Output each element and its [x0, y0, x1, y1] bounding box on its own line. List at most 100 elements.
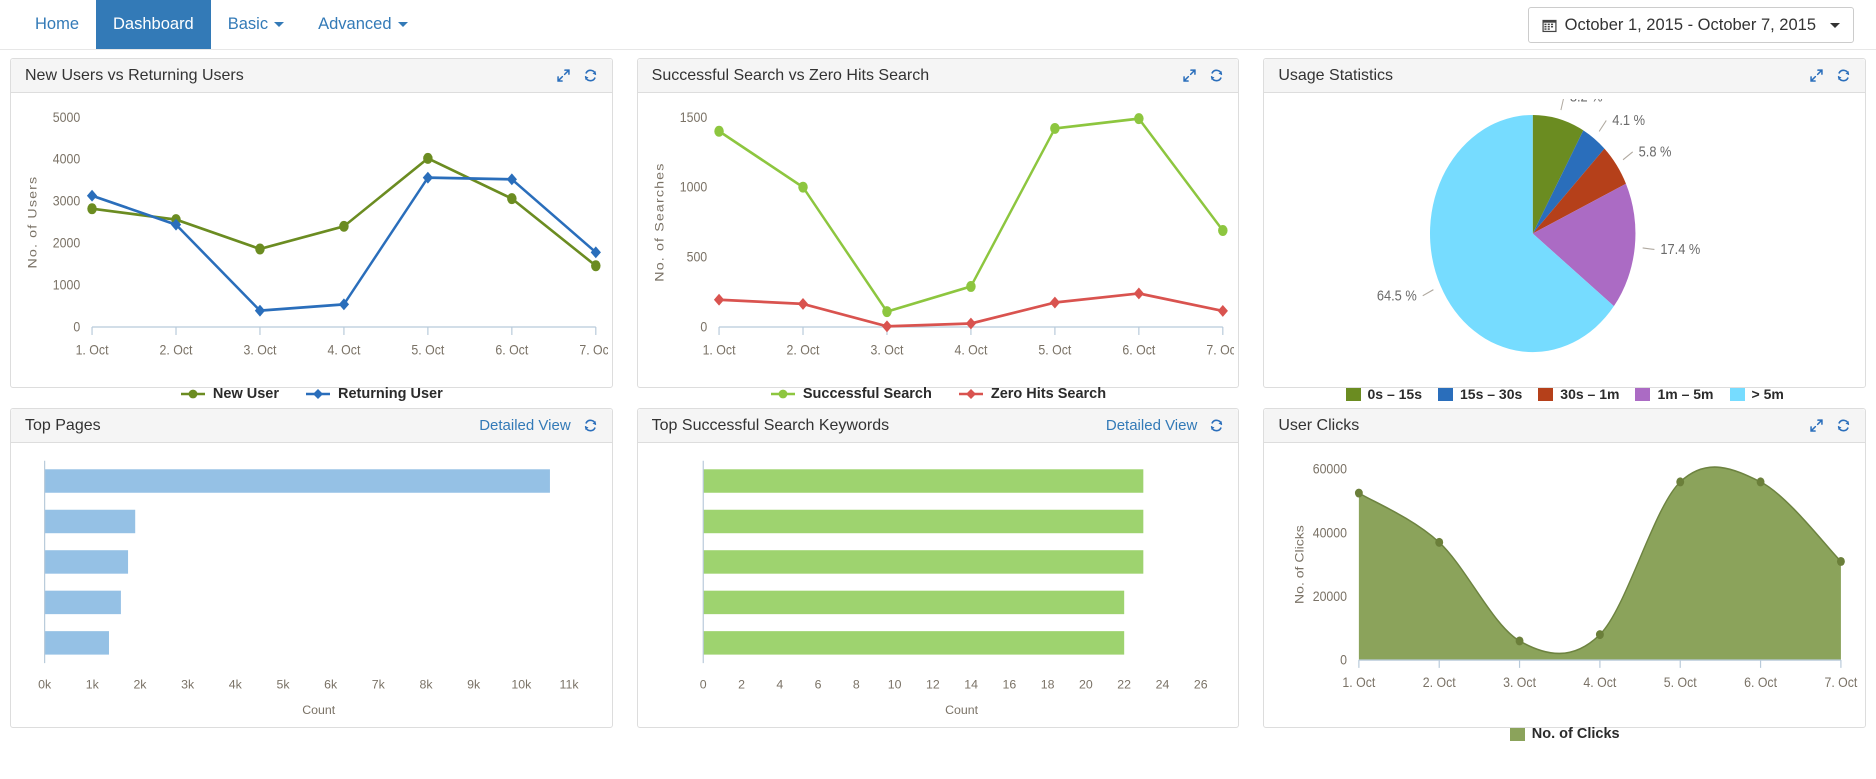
svg-text:500: 500	[686, 249, 707, 265]
svg-text:3. Oct: 3. Oct	[870, 342, 903, 358]
bar	[44, 469, 550, 493]
data-point	[423, 152, 433, 164]
data-point	[507, 193, 517, 205]
data-point	[87, 203, 97, 215]
data-point	[591, 260, 601, 272]
legend-item[interactable]: > 5m	[1729, 386, 1784, 402]
legend-label: Returning User	[338, 386, 443, 402]
area-chart-user-clicks: 0 20000 40000 60000 No. of Clicks 1. Oct 2. …	[1293, 461, 1858, 690]
bar	[702, 590, 1124, 615]
dashboard-row-bottom: Top Pages Detailed View 0k 1k 2k 3k 4k 5k 6k 7k…	[0, 400, 1876, 742]
svg-text:2: 2	[738, 678, 745, 692]
svg-text:4: 4	[776, 678, 783, 692]
panel-top-keywords: Top Successful Search Keywords Detailed …	[636, 408, 1240, 728]
detailed-view-link[interactable]: Detailed View	[1106, 417, 1197, 434]
chart-legend: New User Returning User	[15, 384, 608, 402]
svg-text:9k: 9k	[467, 678, 481, 692]
legend-item[interactable]: Returning User	[305, 386, 443, 402]
panel-actions	[1809, 418, 1851, 433]
data-point	[1596, 630, 1605, 640]
legend-item[interactable]: 1m – 5m	[1635, 386, 1714, 402]
svg-text:7. Oct: 7. Oct	[579, 342, 607, 358]
panel-header: User Clicks	[1264, 409, 1865, 443]
legend-label: 30s – 1m	[1560, 386, 1620, 402]
legend-item[interactable]: No. of Clicks	[1509, 726, 1620, 742]
legend-item[interactable]: Successful Search	[770, 386, 932, 402]
svg-text:4. Oct: 4. Oct	[954, 342, 987, 358]
legend-swatch-icon	[1635, 387, 1651, 401]
svg-text:8: 8	[853, 678, 860, 692]
data-point	[797, 181, 808, 193]
data-point	[1355, 488, 1364, 498]
svg-text:18: 18	[1040, 678, 1054, 692]
svg-text:40000: 40000	[1313, 525, 1347, 541]
expand-icon[interactable]	[556, 68, 571, 83]
legend-label: New User	[212, 386, 279, 402]
legend-label: No. of Clicks	[1531, 726, 1620, 742]
pie-slice-label: 64.5 %	[1377, 286, 1417, 303]
svg-text:5k: 5k	[276, 678, 290, 692]
legend-item[interactable]: 15s – 30s	[1438, 386, 1522, 402]
refresh-icon[interactable]	[1209, 418, 1224, 433]
data-point	[1676, 477, 1685, 487]
pie-chart-usage: 8.2 % 4.1 % 5.8 % 17.4 % 64.5 %	[1377, 99, 1701, 353]
svg-text:20000: 20000	[1313, 588, 1347, 604]
bar	[44, 631, 109, 655]
detailed-view-link[interactable]: Detailed View	[479, 417, 570, 434]
panel-body: 0k 1k 2k 3k 4k 5k 6k 7k 8k 9k 10k 11k Count	[11, 443, 612, 728]
data-point	[713, 293, 724, 306]
panel-usage-statistics: Usage Statistics 8.2 % 4.1 % 5.8 % 17.4 % 64…	[1263, 58, 1866, 402]
svg-text:26: 26	[1194, 678, 1208, 692]
pie-slice-label: 17.4 %	[1661, 240, 1701, 257]
refresh-icon[interactable]	[1836, 418, 1851, 433]
refresh-icon[interactable]	[583, 68, 598, 83]
svg-text:5000: 5000	[53, 109, 80, 125]
legend-item[interactable]: 30s – 1m	[1538, 386, 1619, 402]
svg-text:No. of Searches: No. of Searches	[652, 162, 666, 281]
svg-text:Count: Count	[302, 703, 335, 717]
refresh-icon[interactable]	[583, 418, 598, 433]
svg-text:6. Oct: 6. Oct	[1122, 342, 1155, 358]
panel-body: 8.2 % 4.1 % 5.8 % 17.4 % 64.5 % 0s – 15s 15s …	[1264, 93, 1865, 402]
expand-icon[interactable]	[1809, 418, 1824, 433]
legend-item[interactable]: Zero Hits Search	[958, 386, 1106, 402]
legend-item[interactable]: 0s – 15s	[1345, 386, 1422, 402]
legend-item[interactable]: New User	[180, 386, 279, 402]
expand-icon[interactable]	[1182, 68, 1197, 83]
legend-marker-icon	[306, 389, 330, 399]
svg-text:4. Oct: 4. Oct	[327, 342, 360, 358]
panel-header: Usage Statistics	[1264, 59, 1865, 93]
date-range-label: October 1, 2015 - October 7, 2015	[1564, 15, 1816, 34]
svg-text:1. Oct: 1. Oct	[702, 342, 735, 358]
pie-slice-label: 5.8 %	[1639, 143, 1672, 160]
legend-swatch-icon	[1438, 387, 1453, 401]
svg-text:1500: 1500	[679, 109, 706, 125]
svg-text:10: 10	[887, 678, 901, 692]
nav-item-home[interactable]: Home	[18, 0, 96, 49]
panel-actions	[556, 68, 598, 83]
legend-label: Successful Search	[802, 386, 932, 402]
legend-label: 1m – 5m	[1657, 386, 1714, 402]
line-chart-search: 0 500 1000 1500 No. of Searches 1. Oct 2. Oc…	[652, 109, 1234, 358]
panel-body: 0 1000 2000 3000 4000 5000 No. of Users 1. Oc…	[11, 93, 612, 402]
legend-swatch-icon	[1509, 727, 1525, 741]
panel-title: New Users vs Returning Users	[25, 66, 244, 84]
bar-chart-top-pages: 0k 1k 2k 3k 4k 5k 6k 7k 8k 9k 10k 11k Count	[38, 460, 579, 717]
panel-top-pages: Top Pages Detailed View 0k 1k 2k 3k 4k 5k 6k 7k…	[10, 408, 613, 728]
nav-item-dashboard[interactable]: Dashboard	[96, 0, 211, 49]
nav-item-dashboard-label: Dashboard	[113, 15, 194, 34]
refresh-icon[interactable]	[1836, 68, 1851, 83]
bar	[702, 509, 1143, 534]
refresh-icon[interactable]	[1209, 68, 1224, 83]
data-point	[1133, 287, 1144, 300]
expand-icon[interactable]	[1809, 68, 1824, 83]
svg-text:1000: 1000	[679, 179, 706, 195]
nav-item-advanced[interactable]: Advanced	[301, 0, 424, 49]
legend-swatch-icon	[1729, 387, 1745, 401]
data-point	[1133, 113, 1144, 125]
nav-item-basic[interactable]: Basic	[211, 0, 301, 49]
date-range-picker[interactable]: October 1, 2015 - October 7, 2015	[1527, 7, 1854, 43]
panel-actions	[1809, 68, 1851, 83]
chart-legend: No. of Clicks	[1268, 724, 1861, 742]
svg-text:7. Oct: 7. Oct	[1825, 674, 1858, 690]
